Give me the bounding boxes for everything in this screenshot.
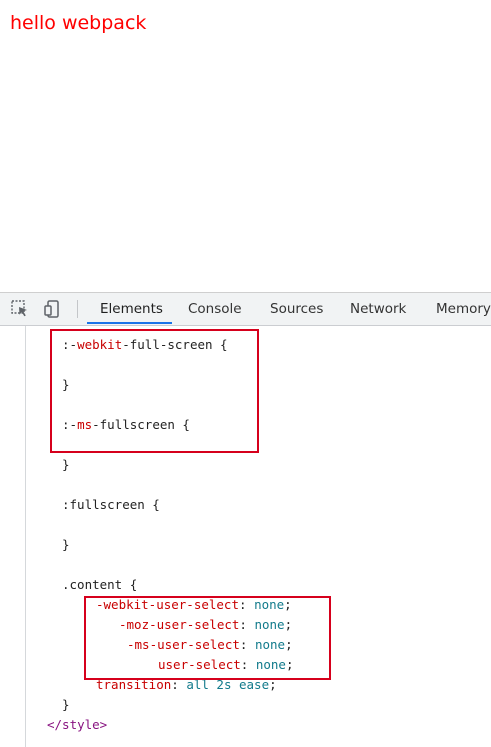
tab-console[interactable]: Console xyxy=(188,293,242,325)
tab-memory[interactable]: Memory xyxy=(436,293,491,325)
selector-rest: -fullscreen { xyxy=(92,417,190,432)
code-line-close-brace[interactable]: } xyxy=(62,536,70,554)
code-line-webkit-fullscreen[interactable]: :-webkit-full-screen { xyxy=(62,336,228,354)
tab-network[interactable]: Network xyxy=(350,293,406,325)
css-value: none xyxy=(254,637,286,652)
selector-prefix: :- xyxy=(62,337,78,352)
css-property: transition xyxy=(96,677,172,692)
code-line-close-brace[interactable]: } xyxy=(62,696,70,714)
code-line-ms-fullscreen[interactable]: :-ms-fullscreen { xyxy=(62,416,190,434)
page-heading: hello webpack xyxy=(10,12,147,34)
css-property: user-select xyxy=(158,657,241,672)
elements-code-view[interactable]: :-webkit-full-screen { } :-ms-fullscreen… xyxy=(0,326,491,747)
code-line-close-brace[interactable]: } xyxy=(62,376,70,394)
code-line-style-close-tag[interactable]: </style> xyxy=(47,716,107,734)
selector-vendor: ms xyxy=(77,417,93,432)
selector-prefix: :- xyxy=(62,417,78,432)
code-line-transition[interactable]: transition: all 2s ease; xyxy=(96,676,277,694)
css-property: -webkit-user-select xyxy=(96,597,239,612)
devtools-toolbar: Elements Console Sources Network Memory xyxy=(0,293,491,326)
selector-rest: -full-screen { xyxy=(122,337,228,352)
active-tab-indicator xyxy=(87,322,172,324)
css-property: -ms-user-select xyxy=(127,637,240,652)
code-line-close-brace[interactable]: } xyxy=(62,456,70,474)
css-value: none xyxy=(255,657,286,672)
css-value: all 2s ease xyxy=(186,677,270,692)
css-value: none xyxy=(254,597,285,612)
tab-sources[interactable]: Sources xyxy=(270,293,323,325)
device-toolbar-icon[interactable] xyxy=(43,299,63,319)
code-line-fullscreen[interactable]: :fullscreen { xyxy=(62,496,160,514)
code-line-webkit-user-select[interactable]: -webkit-user-select: none; xyxy=(96,596,292,614)
toolbar-divider xyxy=(77,300,78,318)
css-value: none xyxy=(254,617,285,632)
code-line-content-selector[interactable]: .content { xyxy=(62,576,137,594)
css-property: -moz-user-select xyxy=(119,617,240,632)
code-line-moz-user-select[interactable]: -moz-user-select: none; xyxy=(119,616,292,634)
code-line-user-select[interactable]: user-select: none; xyxy=(158,656,294,674)
selector-vendor: webkit xyxy=(77,337,123,352)
code-line-ms-user-select[interactable]: -ms-user-select: none; xyxy=(127,636,293,654)
inspect-element-icon[interactable] xyxy=(10,299,30,319)
devtools-panel: Elements Console Sources Network Memory … xyxy=(0,292,491,747)
indent-guide xyxy=(25,326,26,747)
tab-elements[interactable]: Elements xyxy=(100,293,163,325)
